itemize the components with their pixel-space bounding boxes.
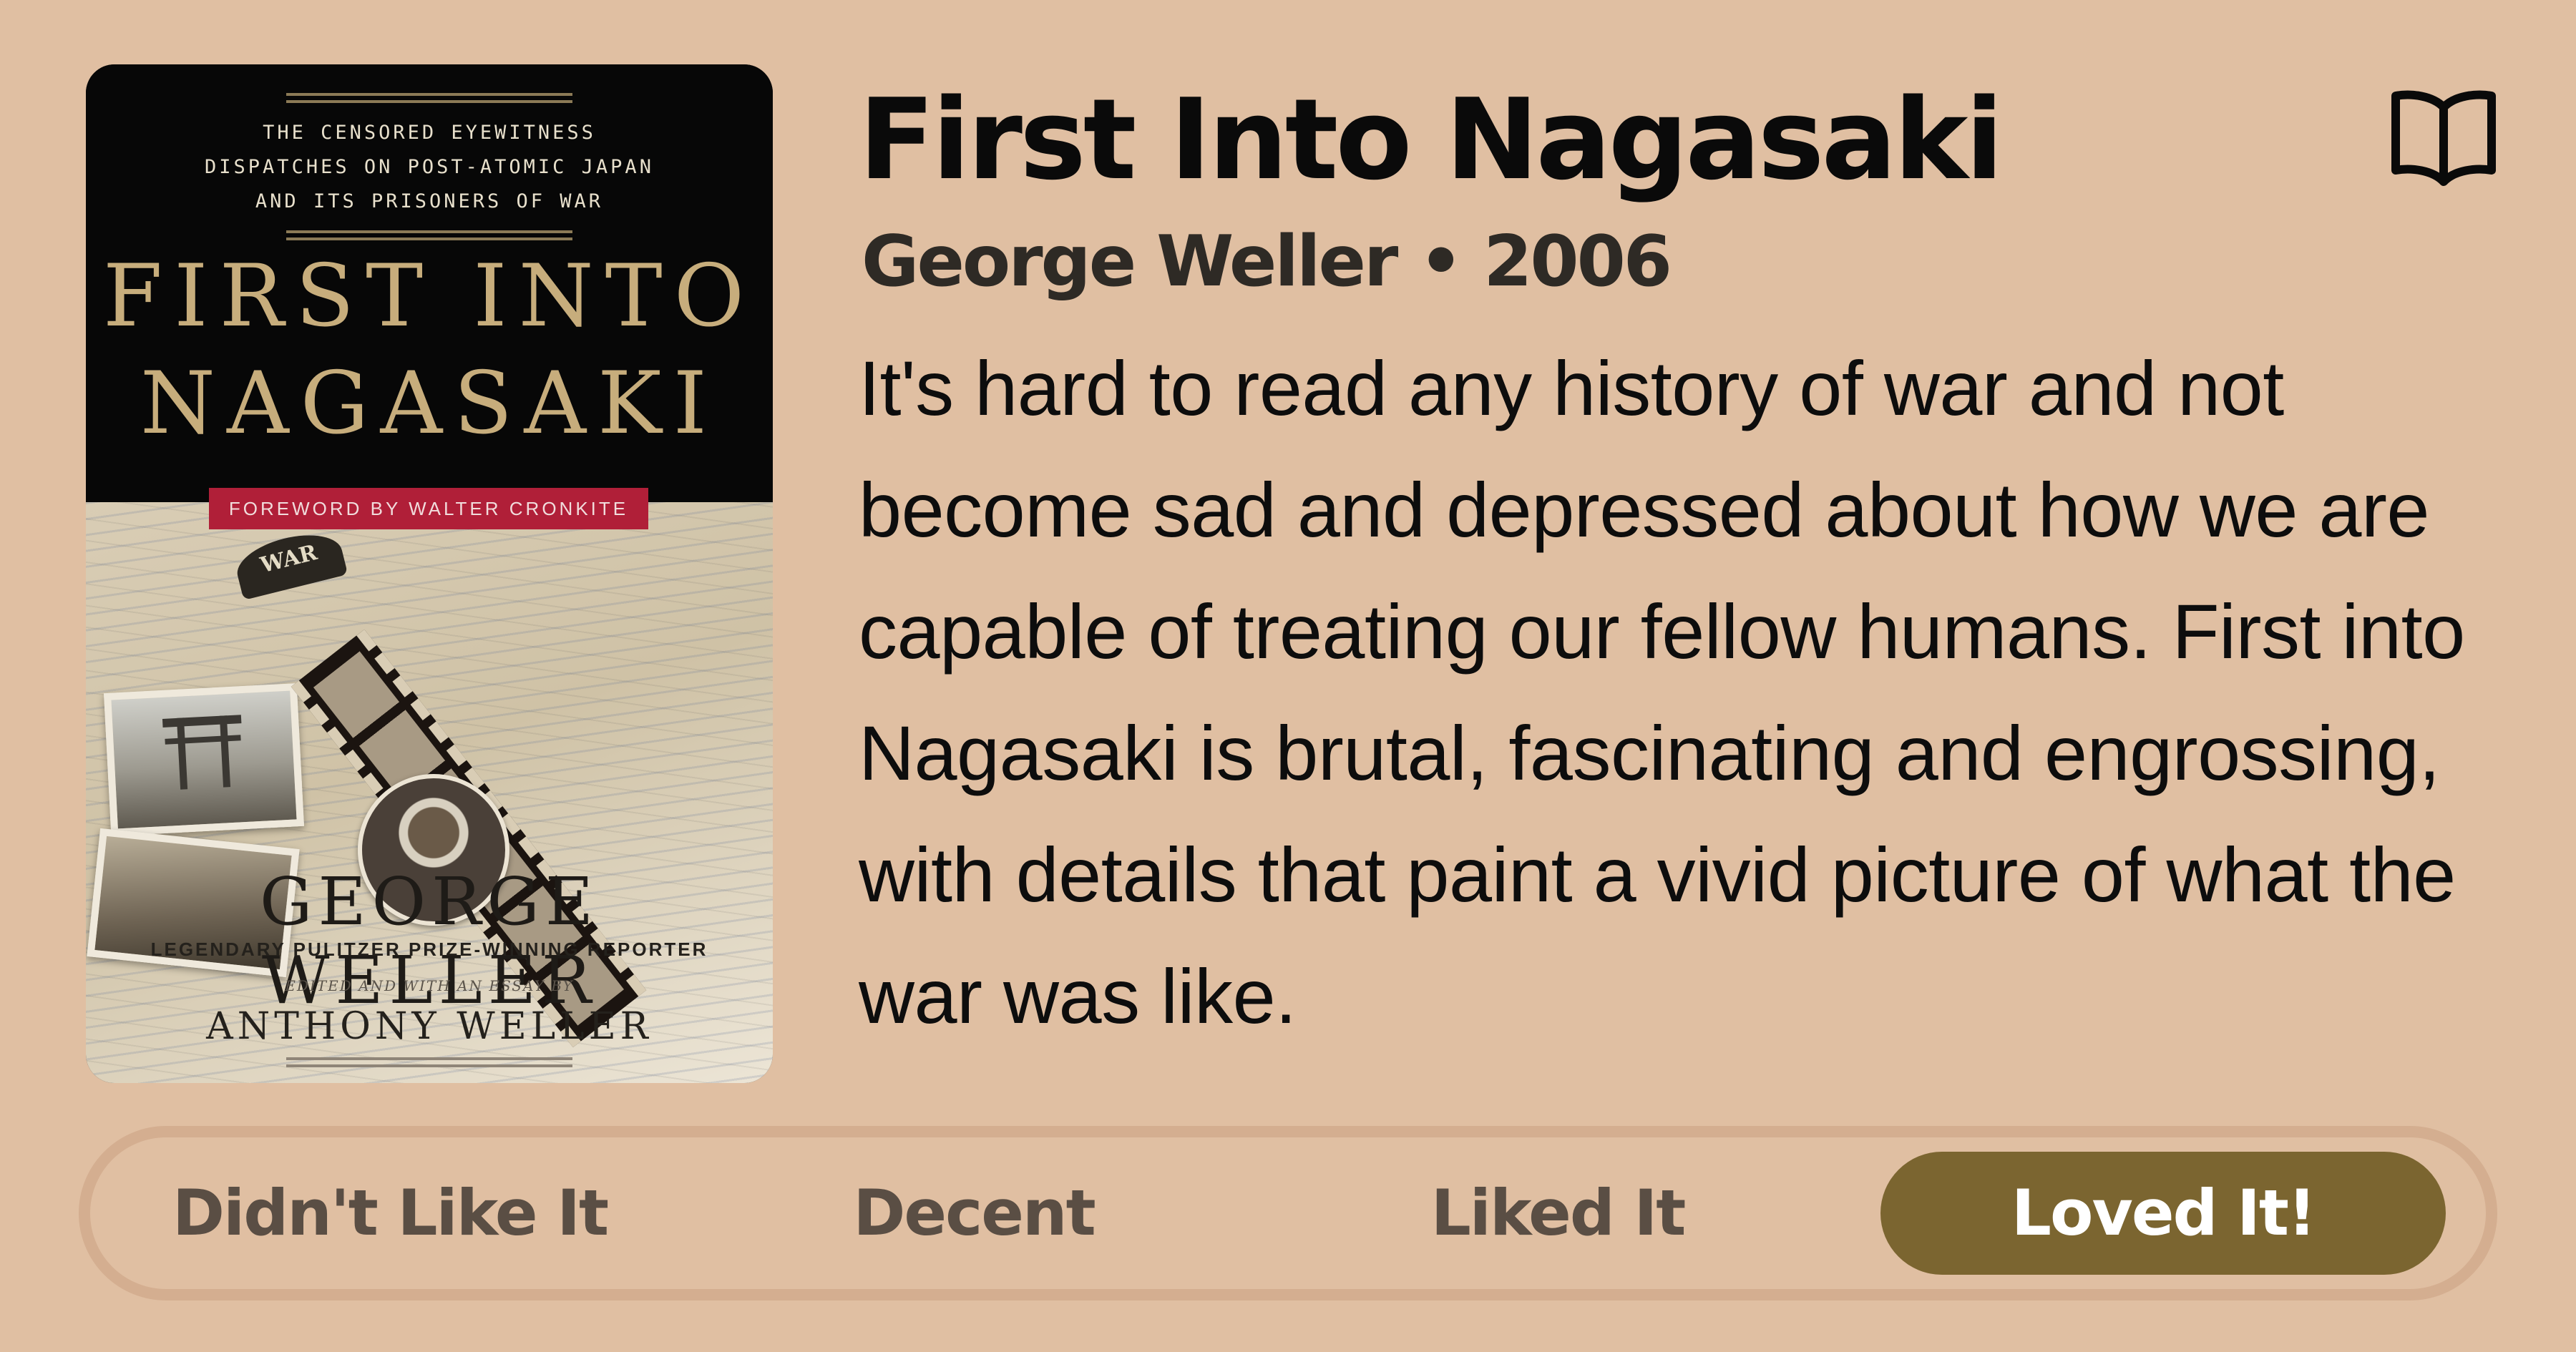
book-byline: George Weller • 2006 [862, 221, 1672, 303]
rating-option-label: Liked It [1430, 1176, 1687, 1250]
cover-title-line: First into [102, 247, 756, 346]
rating-option-label: Loved It! [2011, 1176, 2316, 1250]
war-badge: WAR [231, 525, 348, 601]
cover-tagline-line: and its prisoners of war [255, 190, 604, 212]
open-book-icon[interactable] [2390, 86, 2497, 186]
rating-option-liked[interactable]: Liked It [1275, 1152, 1840, 1275]
cover-editor-line: Edited and with an Essay by [285, 977, 574, 994]
cover-rule-mid [286, 230, 572, 233]
cover-tagline-line: The censored eyewitness [263, 122, 596, 144]
cover-photo-gate [103, 683, 305, 836]
rating-option-decent[interactable]: Decent [691, 1152, 1257, 1275]
rating-option-label: Decent [853, 1176, 1096, 1250]
book-description: It's hard to read any history of war and… [859, 345, 2465, 1039]
cover-rule-top [286, 93, 572, 96]
cover-foreword-banner: Foreword by Walter Cronkite [209, 488, 648, 529]
cover-title-line: Nagasaki [140, 354, 719, 454]
rating-option-loved[interactable]: Loved It! [1880, 1152, 2446, 1275]
cover-tagline-line: dispatches on post-atomic Japan [205, 156, 654, 178]
cover-author-subtitle: Legendary Pulitzer Prize-winning reporte… [150, 939, 708, 960]
book-title: First Into Nagasaki [859, 74, 2004, 205]
cover-editor-name: Anthony Weller [206, 1005, 653, 1048]
rating-option-didnt-like[interactable]: Didn't Like It [107, 1152, 673, 1275]
rating-selector: Didn't Like It Decent Liked It Loved It! [79, 1126, 2497, 1300]
rating-option-label: Didn't Like It [172, 1176, 609, 1250]
cover-rule-bottom-2 [286, 1064, 572, 1067]
book-cover: The censored eyewitness dispatches on po… [86, 64, 773, 1083]
cover-tagline: The censored eyewitness dispatches on po… [129, 116, 730, 219]
cover-rule-mid-2 [286, 237, 572, 240]
cover-rule-bottom [286, 1057, 572, 1060]
cover-rule-top-2 [286, 100, 572, 103]
